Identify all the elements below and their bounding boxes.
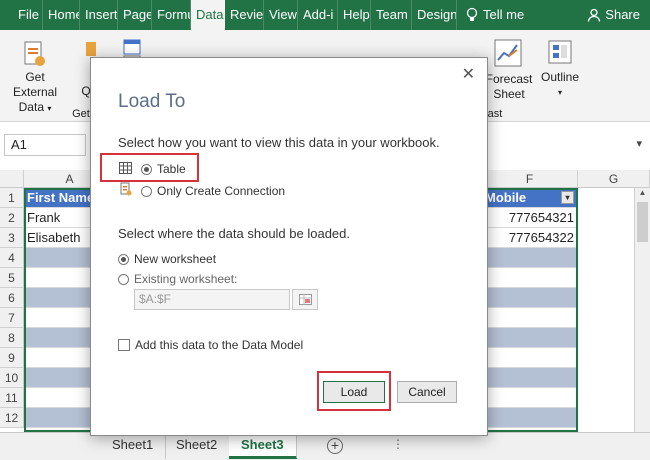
tab-insert[interactable]: Insert [80, 0, 118, 30]
filter-dropdown-icon[interactable]: ▾ [561, 191, 574, 204]
connection-icon [120, 182, 132, 196]
sheet-tab-2[interactable]: Sheet2 [164, 433, 231, 459]
get-external-label-1: Get External [12, 70, 58, 99]
tab-view[interactable]: View [264, 0, 298, 30]
row-header[interactable]: 2 [0, 208, 24, 228]
outline-label: Outline [540, 70, 580, 84]
get-external-label-2: Data ▾ [18, 100, 52, 114]
dialog-title: Load To [118, 91, 186, 112]
option-existing-label: Existing worksheet: [134, 272, 238, 286]
sheet-tab-1[interactable]: Sheet1 [100, 433, 167, 459]
table-cell[interactable] [482, 328, 578, 348]
row-header[interactable]: 1 [0, 188, 24, 208]
range-picker-button[interactable] [292, 289, 318, 310]
get-external-data-icon [24, 41, 45, 66]
close-icon[interactable]: ✕ [462, 64, 475, 84]
view-prompt: Select how you want to view this data in… [118, 135, 440, 150]
table-cell[interactable] [482, 408, 578, 428]
lightbulb-icon [466, 7, 478, 21]
table-cell[interactable] [482, 268, 578, 288]
chevron-down-icon: ▾ [557, 88, 562, 97]
where-prompt: Select where the data should be loaded. [118, 226, 351, 241]
radio-new-worksheet[interactable] [118, 253, 129, 265]
row-header[interactable]: 3 [0, 228, 24, 248]
vertical-scrollbar[interactable]: ▲ [634, 188, 650, 432]
sheet-tab-3[interactable]: Sheet3 [229, 433, 297, 459]
more-options-icon[interactable]: ⋮ [392, 437, 404, 451]
table-cell[interactable] [482, 248, 578, 268]
table-cell[interactable]: 777654322 [482, 228, 578, 248]
row-header[interactable]: 9 [0, 348, 24, 368]
row-header[interactable]: 4 [0, 248, 24, 268]
sheet-tab-bar: Sheet1 Sheet2 Sheet3 + ⋮ [0, 432, 650, 460]
scroll-thumb[interactable] [637, 202, 648, 242]
forecast-sheet-button[interactable]: Forecast Sheet [484, 72, 534, 102]
ribbon-partial-get: Get [72, 108, 90, 120]
chevron-down-icon: ▾ [47, 104, 52, 113]
tab-review[interactable]: Revie [225, 0, 264, 30]
select-all-corner[interactable] [0, 170, 24, 188]
tab-file[interactable]: File [0, 0, 43, 30]
tab-help[interactable]: Help [338, 0, 371, 30]
highlight-box-table [100, 153, 199, 182]
row-header[interactable]: 5 [0, 268, 24, 288]
tab-home[interactable]: Home [43, 0, 80, 30]
option-connection-label: Only Create Connection [157, 184, 286, 198]
outline-button[interactable]: Outline ▾ [536, 70, 584, 100]
add-sheet-icon[interactable]: + [327, 438, 343, 454]
table-cell[interactable] [482, 308, 578, 328]
data-model-label: Add this data to the Data Model [135, 338, 304, 352]
forecast-label-1: Forecast [485, 72, 533, 86]
range-input[interactable]: $A:$F [134, 289, 290, 310]
checkbox-data-model[interactable] [118, 339, 130, 351]
outline-icon [548, 40, 572, 64]
cancel-button[interactable]: Cancel [397, 381, 457, 403]
option-existing-worksheet[interactable]: Existing worksheet: [118, 272, 237, 286]
option-only-connection[interactable]: Only Create Connection [141, 184, 285, 198]
row-header[interactable]: 10 [0, 368, 24, 388]
range-select-icon [299, 294, 312, 305]
option-new-worksheet[interactable]: New worksheet [118, 252, 216, 266]
table-cell[interactable]: 777654321 [482, 208, 578, 228]
forecast-label-2: Sheet [493, 87, 525, 101]
table-header-mobile[interactable]: Mobile ▾ [482, 188, 578, 208]
name-box[interactable]: A1 [4, 134, 86, 156]
column-header-f[interactable]: F [482, 170, 578, 188]
table-cell[interactable] [482, 348, 578, 368]
highlight-box-load [317, 371, 391, 411]
tab-page[interactable]: Page [118, 0, 152, 30]
share-button[interactable]: Share [577, 0, 650, 30]
tab-addins[interactable]: Add-i [298, 0, 338, 30]
person-icon [588, 8, 601, 22]
tell-me-label: Tell me [483, 7, 525, 22]
row-header[interactable]: 6 [0, 288, 24, 308]
forecast-sheet-icon [494, 39, 522, 67]
radio-existing-worksheet[interactable] [118, 273, 129, 285]
ribbon-tabs: File Home Insert Page Formu Data Revie V… [0, 0, 650, 30]
table-cell[interactable] [482, 388, 578, 408]
chevron-up-icon[interactable]: ▲ [635, 188, 650, 197]
get-external-data-button[interactable]: Get External Data ▾ [2, 70, 68, 116]
table-cell[interactable] [482, 368, 578, 388]
column-header-g[interactable]: G [578, 170, 650, 188]
row-header[interactable]: 8 [0, 328, 24, 348]
forecast-group-label: ast [487, 108, 503, 120]
option-data-model[interactable]: Add this data to the Data Model [118, 338, 303, 352]
share-label: Share [605, 7, 640, 22]
tab-data[interactable]: Data [191, 0, 225, 30]
row-header[interactable]: 11 [0, 388, 24, 408]
chevron-down-icon[interactable]: ▾ [636, 137, 642, 150]
tab-formulas[interactable]: Formu [152, 0, 191, 30]
row-header[interactable]: 12 [0, 408, 24, 428]
tab-design[interactable]: Design [412, 0, 457, 30]
load-to-dialog: ✕ Load To Select how you want to view th… [90, 57, 488, 436]
row-header[interactable]: 7 [0, 308, 24, 328]
radio-only-connection[interactable] [141, 185, 152, 197]
tell-me-box[interactable]: Tell me [457, 0, 532, 30]
tab-team[interactable]: Team [371, 0, 412, 30]
table-cell[interactable] [482, 288, 578, 308]
option-new-label: New worksheet [134, 252, 217, 266]
